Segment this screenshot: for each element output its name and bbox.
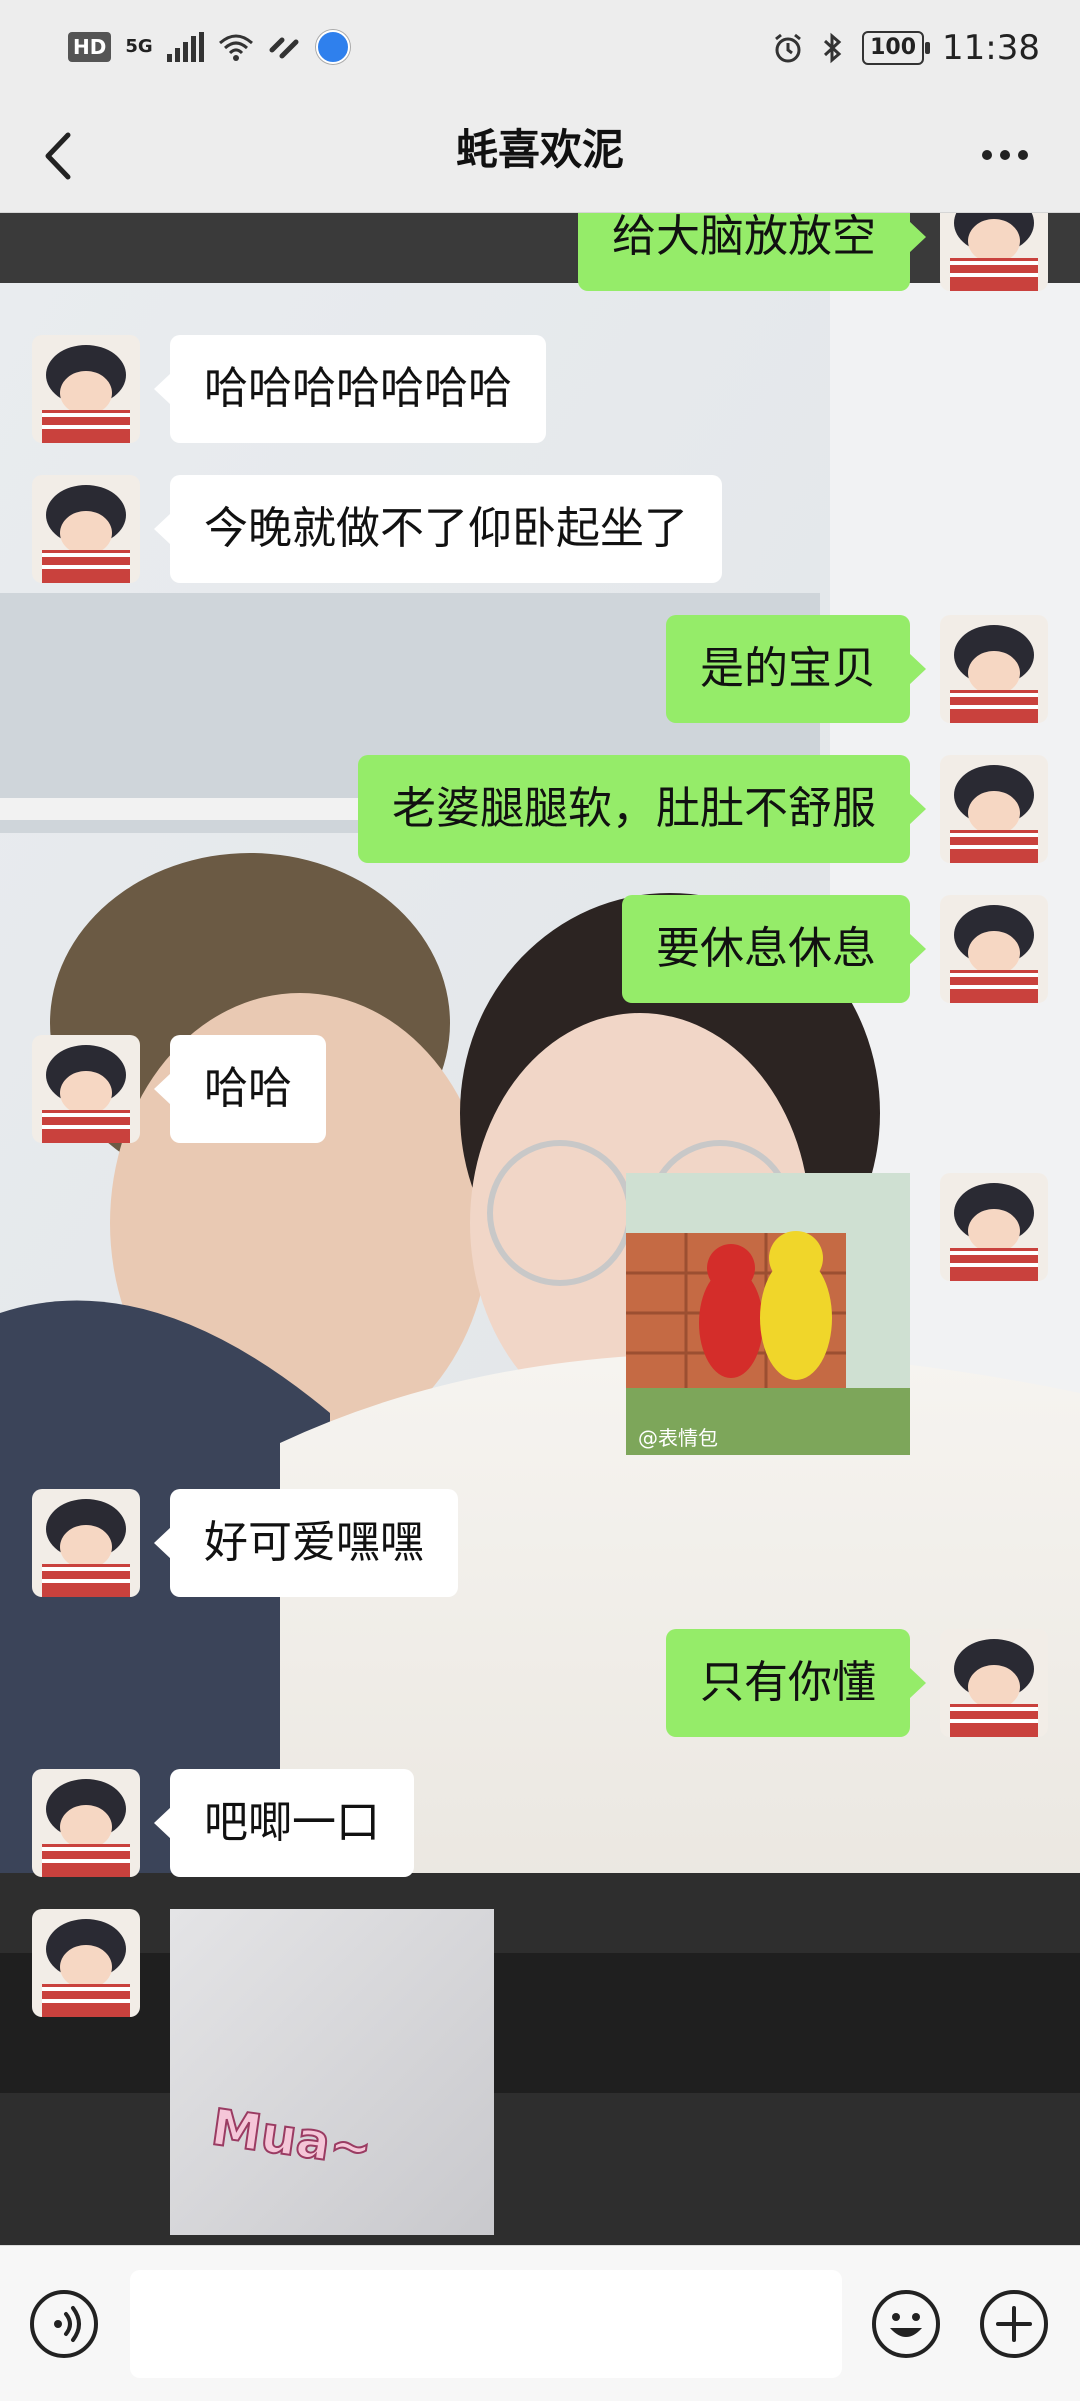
sticker-watermark: @表情包 [638,1426,718,1450]
avatar-image [32,335,140,443]
more-button[interactable] [970,130,1040,180]
alarm-icon [775,33,802,63]
clock: 11:38 [942,28,1040,68]
voice-icon [30,2290,98,2358]
message-bubble[interactable]: 哈哈哈哈哈哈哈 [154,335,546,443]
contact-avatar[interactable] [32,1035,140,1143]
chat-title: 蚝喜欢泥 [455,125,624,174]
message-input[interactable] [130,2270,842,2378]
my-avatar[interactable] [940,1629,1048,1737]
more-actions-button[interactable] [978,2288,1050,2360]
avatar-image [32,1035,140,1143]
avatar-image [940,755,1048,863]
my-avatar[interactable] [940,615,1048,723]
wifi-icon [218,34,253,61]
message-row: 哈哈 [0,1035,1080,1145]
sticker-image: @表情包 [626,1173,910,1455]
message-row: 老婆腿腿软，肚肚不舒服 [0,755,1080,865]
mua-sticker[interactable]: Mua~ [170,1909,494,2235]
voice-button[interactable] [28,2288,100,2360]
my-avatar[interactable] [940,213,1048,291]
signal-icon [166,32,204,62]
teletubbies-sticker[interactable]: @表情包 [626,1173,910,1455]
message-row: @表情包 [0,1173,1080,1458]
message-bubble[interactable]: 好可爱嘿嘿 [154,1489,458,1597]
avatar-image [32,1769,140,1877]
message-bubble[interactable]: 给大脑放放空 [578,213,926,291]
link-icon [269,37,299,59]
hd-badge: HD [68,32,112,62]
emoji-icon [872,2290,940,2358]
contact-avatar[interactable] [32,1489,140,1597]
message-row: 好可爱嘿嘿 [0,1489,1080,1599]
message-row: 吧唧一口 [0,1769,1080,1879]
message-bubble[interactable]: 只有你懂 [666,1629,926,1737]
contact-avatar[interactable] [32,1769,140,1877]
avatar-image [940,895,1048,1003]
status-bar: HD 5G 100 11:38 [0,0,1080,100]
battery-icon: 100 [862,31,930,65]
avatar-image [940,615,1048,723]
message-row: 要休息休息 [0,895,1080,1005]
avatar-image [940,1629,1048,1737]
avatar-image [32,1489,140,1597]
message-bubble[interactable]: 今晚就做不了仰卧起坐了 [154,475,722,583]
contact-avatar[interactable] [32,1909,140,2017]
globe-icon [315,30,350,64]
message-bubble[interactable]: 老婆腿腿软，肚肚不舒服 [358,755,926,863]
message-row: Mua~ [0,1909,1080,2245]
input-bar [0,2245,1080,2401]
emoji-button[interactable] [870,2288,942,2360]
message-bubble[interactable]: 吧唧一口 [154,1769,414,1877]
network-type: 5G [125,36,153,57]
avatar-image [940,213,1048,291]
avatar-image [32,1909,140,2017]
chat-area[interactable]: 给大脑放放空 哈哈哈哈哈哈哈 今晚就做不了仰卧起坐了 是的宝贝 老婆腿腿软，肚肚… [0,213,1080,2245]
sticker-image: Mua~ [170,1909,494,2235]
contact-avatar[interactable] [32,475,140,583]
avatar-image [32,475,140,583]
more-dots-icon [982,150,992,160]
message-bubble[interactable]: 要休息休息 [622,895,926,1003]
my-avatar[interactable] [940,895,1048,1003]
message-bubble[interactable]: 哈哈 [154,1035,326,1143]
message-row: 是的宝贝 [0,615,1080,725]
message-row: 哈哈哈哈哈哈哈 [0,335,1080,445]
message-bubble[interactable]: 是的宝贝 [666,615,926,723]
chat-header: 蚝喜欢泥 [0,100,1080,213]
avatar-image [940,1173,1048,1281]
message-row: 今晚就做不了仰卧起坐了 [0,475,1080,585]
my-avatar[interactable] [940,1173,1048,1281]
message-row: 给大脑放放空 [0,213,1080,293]
contact-avatar[interactable] [32,335,140,443]
plus-icon [980,2290,1048,2358]
bluetooth-icon [824,32,842,64]
message-row: 只有你懂 [0,1629,1080,1739]
my-avatar[interactable] [940,755,1048,863]
